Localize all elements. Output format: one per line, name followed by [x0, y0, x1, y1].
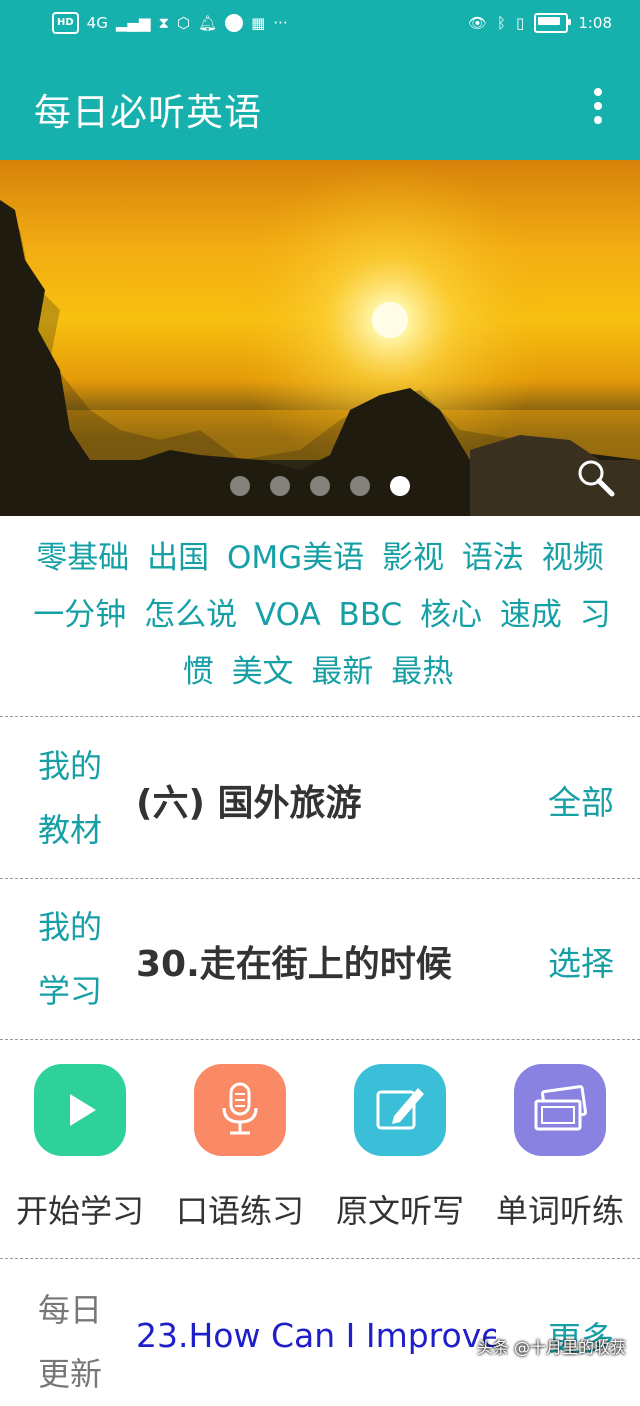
tag-how-to-say[interactable]: 怎么说	[144, 597, 237, 633]
tag-newest[interactable]: 最新	[311, 654, 373, 690]
tag-voa[interactable]: VOA	[255, 597, 321, 633]
banner-carousel[interactable]	[0, 160, 640, 516]
hourglass-icon: ⧗	[158, 14, 169, 32]
cards-icon	[514, 1064, 606, 1156]
daily-label: 每日 更新	[38, 1291, 103, 1393]
study-value: 30.走在街上的时候	[136, 944, 452, 985]
search-button[interactable]	[574, 456, 618, 500]
clock-time: 1:08	[578, 14, 612, 32]
more-notifications-icon: ···	[273, 14, 288, 32]
textbook-label: 我的 教材	[38, 747, 103, 849]
feature-label: 口语练习	[175, 1192, 304, 1230]
study-select-button[interactable]: 选择	[548, 937, 614, 985]
microphone-icon	[194, 1064, 286, 1156]
tag-bbc[interactable]: BBC	[339, 597, 403, 633]
tag-one-minute[interactable]: 一分钟	[33, 597, 126, 633]
tag-video[interactable]: 视频	[542, 540, 604, 576]
carousel-indicator	[230, 476, 410, 496]
watermark: 头条 @十月里的收获	[476, 1338, 626, 1357]
carousel-dot[interactable]	[270, 476, 290, 496]
tag-grammar[interactable]: 语法	[462, 540, 524, 576]
bluetooth-icon: ᛒ	[497, 14, 507, 32]
vibrate-icon: ▯	[516, 14, 525, 32]
tag-quick[interactable]: 速成	[500, 597, 562, 633]
menu-dot-icon	[594, 88, 602, 96]
category-tags: 零基础 出国 OMG美语 影视 语法 视频 一分钟 怎么说 VOA BBC 核心…	[20, 530, 620, 701]
tag-core[interactable]: 核心	[420, 597, 482, 633]
battery-icon	[534, 13, 572, 33]
divider	[0, 716, 640, 717]
start-learning-button[interactable]: 开始学习	[0, 1064, 160, 1232]
network-indicator: 4G	[86, 14, 108, 32]
feature-label: 原文听写	[335, 1192, 464, 1230]
hd-indicator: HD	[52, 12, 79, 34]
signal-icon: ▂▄▆	[115, 14, 151, 32]
app-bar: 每日必听英语	[0, 48, 640, 160]
edit-note-icon	[354, 1064, 446, 1156]
menu-dot-icon	[594, 116, 602, 124]
sunset-image	[0, 160, 640, 516]
app-title: 每日必听英语	[34, 91, 262, 134]
eye-icon: 👁︎	[467, 14, 488, 32]
word-listening-button[interactable]: 单词听练	[480, 1064, 640, 1232]
speaking-practice-button[interactable]: 口语练习	[160, 1064, 320, 1232]
status-bar-right: 👁︎ ᛒ ▯ 1:08	[468, 12, 612, 34]
daily-article-link[interactable]: 23.How Can I Improve	[136, 1316, 496, 1355]
tag-film[interactable]: 影视	[382, 540, 444, 576]
tag-zero-basics[interactable]: 零基础	[36, 540, 129, 576]
menu-dot-icon	[594, 102, 602, 110]
carousel-dot[interactable]	[310, 476, 330, 496]
app-notification-icon	[225, 14, 244, 32]
status-bar-left: HD 4G ▂▄▆ ⧗ ⬡ 🔔︎ ▦ ···	[52, 12, 288, 34]
feature-label: 开始学习	[15, 1192, 144, 1230]
feature-label: 单词听练	[495, 1192, 624, 1230]
search-icon	[578, 460, 615, 497]
tag-abroad[interactable]: 出国	[147, 540, 209, 576]
play-icon	[34, 1064, 126, 1156]
divider	[0, 1258, 640, 1259]
study-label: 我的 学习	[38, 908, 103, 1010]
feature-grid: 开始学习 口语练习 原文听写 单词听练	[0, 1064, 640, 1232]
dictation-button[interactable]: 原文听写	[320, 1064, 480, 1232]
tag-essay[interactable]: 美文	[232, 654, 294, 690]
divider	[0, 878, 640, 879]
status-bar: HD 4G ▂▄▆ ⧗ ⬡ 🔔︎ ▦ ··· 👁︎ ᛒ ▯ 1:08	[0, 0, 640, 48]
carousel-dot-active[interactable]	[390, 476, 410, 496]
carousel-dot[interactable]	[350, 476, 370, 496]
tag-omg[interactable]: OMG美语	[227, 540, 364, 576]
carousel-dot[interactable]	[230, 476, 250, 496]
textbook-all-button[interactable]: 全部	[548, 776, 614, 824]
calendar-icon: ▦	[251, 14, 266, 32]
bell-icon: 🔔︎	[198, 14, 218, 32]
hexagon-icon: ⬡	[176, 14, 191, 32]
textbook-value: (六) 国外旅游	[136, 783, 362, 824]
tag-hottest[interactable]: 最热	[391, 654, 453, 690]
divider	[0, 1039, 640, 1040]
overflow-menu-button[interactable]	[586, 88, 610, 124]
